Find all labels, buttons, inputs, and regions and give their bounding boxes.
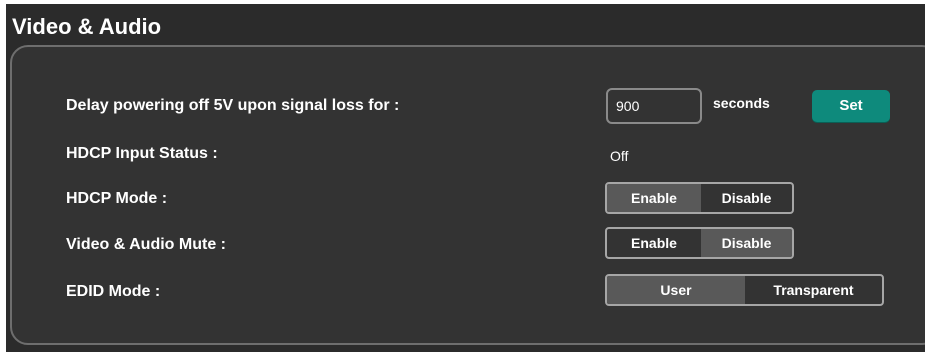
section-title: Video & Audio [12, 14, 162, 39]
edid-mode-toggle: User Transparent [605, 274, 884, 306]
hdcp-mode-disable-button[interactable]: Disable [701, 184, 792, 212]
mute-disable-button[interactable]: Disable [701, 229, 792, 257]
hdcp-mode-enable-button[interactable]: Enable [607, 184, 701, 212]
edid-transparent-button[interactable]: Transparent [745, 276, 882, 304]
mute-label: Video & Audio Mute : [66, 236, 226, 253]
hdcp-mode-label: HDCP Mode : [66, 190, 168, 207]
edid-mode-label: EDID Mode : [66, 283, 161, 300]
mute-enable-button[interactable]: Enable [607, 229, 701, 257]
edid-user-button[interactable]: User [607, 276, 745, 304]
hdcp-mode-toggle: Enable Disable [605, 182, 794, 214]
delay-label: Delay powering off 5V upon signal loss f… [66, 97, 400, 114]
page-frame: Video & Audio Delay powering off 5V upon… [0, 0, 925, 352]
hdcp-status-label: HDCP Input Status : [66, 145, 218, 162]
delay-units-label: seconds [713, 95, 770, 111]
mute-toggle: Enable Disable [605, 227, 794, 259]
delay-seconds-input[interactable]: 900 [606, 88, 702, 124]
set-delay-button[interactable]: Set [812, 90, 890, 122]
hdcp-status-value: Off [610, 148, 629, 164]
